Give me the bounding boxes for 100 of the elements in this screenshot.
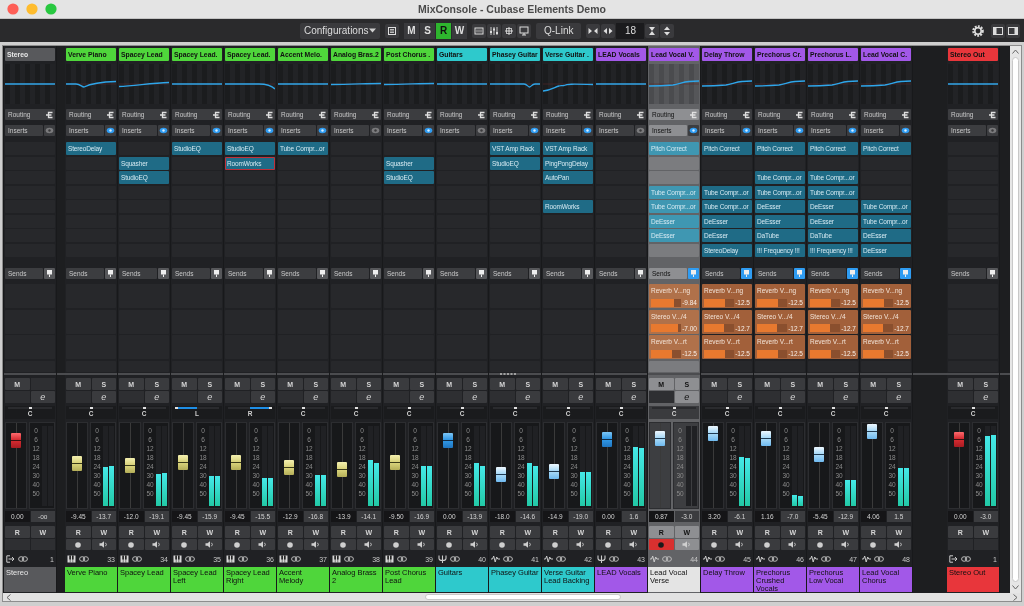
link-icon[interactable]	[238, 556, 248, 562]
signpost-icon[interactable]	[264, 268, 275, 279]
link-icon[interactable]	[503, 556, 513, 562]
fader-thumb[interactable]	[390, 455, 400, 471]
record-button[interactable]	[649, 539, 674, 550]
send-level-track[interactable]	[651, 298, 681, 307]
send-level-track[interactable]	[704, 298, 734, 307]
eye-icon[interactable]	[529, 125, 540, 136]
monitor-button[interactable]	[568, 539, 593, 550]
monitor-button[interactable]	[462, 539, 487, 550]
eq-curve-display[interactable]	[331, 64, 381, 104]
send-level-track[interactable]	[757, 298, 787, 307]
fader-track[interactable]	[596, 422, 618, 509]
fader-thumb[interactable]	[954, 432, 964, 448]
close-icon[interactable]	[7, 3, 19, 15]
edit-button[interactable]: e	[727, 391, 752, 403]
up-down-arrows-icon[interactable]	[660, 23, 675, 38]
eq-curve-display[interactable]	[490, 64, 540, 104]
eq-curve-display[interactable]	[808, 64, 858, 104]
eq-curve-display[interactable]	[225, 64, 275, 104]
crosshair-icon[interactable]	[502, 23, 516, 38]
signpost-icon[interactable]	[317, 268, 328, 279]
signpost-icon[interactable]	[741, 268, 752, 279]
record-button[interactable]	[596, 539, 621, 550]
fader-track[interactable]	[490, 422, 512, 509]
monitor-button[interactable]	[91, 539, 116, 550]
send-level-track[interactable]	[810, 349, 840, 358]
eye-icon[interactable]	[794, 125, 805, 136]
monitor-button[interactable]	[409, 539, 434, 550]
edit-button[interactable]: e	[568, 391, 593, 403]
list-icon[interactable]	[385, 23, 399, 38]
edit-button[interactable]: e	[356, 391, 381, 403]
record-button[interactable]	[225, 539, 250, 550]
eq-curve-display[interactable]	[66, 64, 116, 104]
eye-icon[interactable]	[264, 125, 275, 136]
signpost-icon[interactable]	[105, 268, 116, 279]
record-button[interactable]	[755, 539, 780, 550]
edit-button[interactable]: e	[197, 391, 222, 403]
send-level-track[interactable]	[863, 324, 893, 332]
edit-button[interactable]: e	[250, 391, 275, 403]
record-button[interactable]	[437, 539, 462, 550]
edit-button[interactable]: e	[973, 391, 998, 403]
window-icon[interactable]	[472, 23, 486, 38]
eye-icon[interactable]	[582, 125, 593, 136]
signpost-icon[interactable]	[847, 268, 858, 279]
fader-track[interactable]	[384, 422, 406, 509]
fader-thumb[interactable]	[814, 446, 824, 462]
send-level-track[interactable]	[704, 324, 734, 332]
signpost-icon[interactable]	[158, 268, 169, 279]
fader-track[interactable]	[755, 422, 777, 509]
record-button[interactable]	[119, 539, 144, 550]
eq-curve-display[interactable]	[172, 64, 222, 104]
fader-thumb[interactable]	[602, 432, 612, 448]
link-icon[interactable]	[450, 556, 460, 562]
link-icon[interactable]	[821, 556, 831, 562]
right-panel-icon[interactable]	[1006, 23, 1020, 38]
signpost-icon[interactable]	[635, 268, 646, 279]
eq-curve-display[interactable]	[702, 64, 752, 104]
record-button[interactable]	[808, 539, 833, 550]
record-button[interactable]	[490, 539, 515, 550]
monitor-icon[interactable]	[517, 23, 531, 38]
fader-track[interactable]	[649, 422, 671, 509]
signpost-icon[interactable]	[529, 268, 540, 279]
record-button[interactable]	[861, 539, 886, 550]
eq-curve-display[interactable]	[861, 64, 911, 104]
fader-thumb[interactable]	[231, 455, 241, 471]
scroll-up-icon[interactable]	[1012, 49, 1019, 54]
signpost-icon[interactable]	[370, 268, 381, 279]
eq-curve-display[interactable]	[119, 64, 169, 104]
send-level-track[interactable]	[757, 349, 787, 358]
edit-button[interactable]: e	[303, 391, 328, 403]
eye-icon[interactable]	[158, 125, 169, 136]
link-icon[interactable]	[609, 556, 619, 562]
monitor-button[interactable]	[780, 539, 805, 550]
fader-track[interactable]	[5, 422, 27, 509]
fader-thumb[interactable]	[284, 460, 294, 476]
signpost-icon[interactable]	[794, 268, 805, 279]
monitor-button[interactable]	[886, 539, 911, 550]
edit-button[interactable]: e	[621, 391, 646, 403]
eq-curve-display[interactable]	[948, 64, 998, 104]
monitor-button[interactable]	[197, 539, 222, 550]
record-button[interactable]	[543, 539, 568, 550]
fader-thumb[interactable]	[72, 455, 82, 471]
fader-thumb[interactable]	[337, 462, 347, 478]
left-panel-icon[interactable]	[991, 23, 1005, 38]
scroll-down-icon[interactable]	[1012, 585, 1019, 590]
eye-icon[interactable]	[105, 125, 116, 136]
link-icon[interactable]	[18, 556, 28, 562]
monitor-button[interactable]	[833, 539, 858, 550]
eye-icon[interactable]	[741, 125, 752, 136]
vertical-scrollbar[interactable]	[1010, 46, 1021, 593]
edit-button[interactable]: e	[409, 391, 434, 403]
edit-button[interactable]: e	[91, 391, 116, 403]
configurations-dropdown[interactable]: Configurations	[300, 22, 380, 39]
monitor-button[interactable]	[621, 539, 646, 550]
link-icon[interactable]	[961, 556, 971, 562]
eq-curve-display[interactable]	[649, 64, 699, 104]
signpost-icon[interactable]	[44, 268, 55, 279]
scrollbar-thumb[interactable]	[1012, 57, 1019, 582]
edit-button[interactable]: e	[674, 391, 699, 403]
